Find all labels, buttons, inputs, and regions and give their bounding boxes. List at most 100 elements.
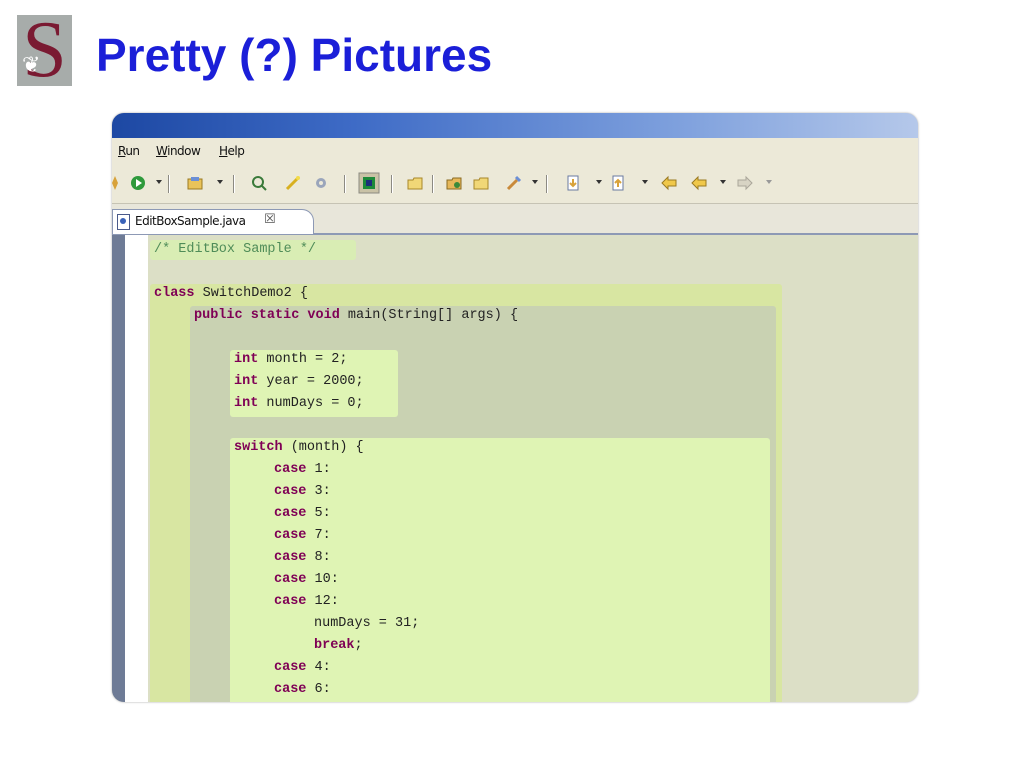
toolbar-separator [233,175,235,193]
code-line: int month = 2; [234,349,347,371]
code-text: month = 2; [258,352,348,367]
next-annotation-dropdown-arrow[interactable] [596,180,602,184]
menu-bar: Run Window Help [112,138,918,165]
menu-run[interactable]: Run [118,144,140,158]
open-type-dropdown-arrow[interactable] [217,180,223,184]
run-icon[interactable] [129,174,147,192]
back-icon[interactable] [660,174,678,192]
code-text: 7: [306,528,331,543]
menu-run-rest: un [125,144,140,158]
code-line: case 12: [274,591,339,613]
code-text: numDays = 31; [314,616,420,631]
back-history-icon[interactable] [690,174,708,192]
forward-dropdown-arrow[interactable] [766,180,772,184]
code-text: 8: [306,550,331,565]
debug-icon[interactable] [112,174,124,192]
next-annotation-icon[interactable] [564,174,582,192]
java-file-icon [117,214,130,230]
title-bar [112,113,918,138]
code-line: case 5: [274,503,331,525]
open-type-icon[interactable] [186,174,204,192]
code-text: year = 2000; [258,374,364,389]
gear-icon[interactable] [312,174,330,192]
code-line: int year = 2000; [234,371,364,393]
code-text: main(String[] args) { [339,308,519,323]
code-keyword: case [274,506,307,521]
code-line: numDays = 31; [314,613,419,635]
code-text: 4: [306,660,331,675]
code-text: 3: [306,484,331,499]
code-line: break; [314,635,363,657]
code-keyword: public static void [194,308,340,323]
menu-help-rest: elp [227,144,245,158]
forward-icon[interactable] [736,174,754,192]
toolbar [112,165,918,204]
code-keyword: case [274,462,307,477]
code-line: class SwitchDemo2 { [154,283,308,305]
folder-icon[interactable] [472,174,490,192]
run-dropdown-arrow[interactable] [156,180,162,184]
close-icon[interactable]: ☒ [264,212,276,227]
code-keyword: case [274,682,307,697]
code-text: 10: [306,572,339,587]
code-line: case 10: [274,569,339,591]
code-line: case 4: [274,657,331,679]
code-line: /* EditBox Sample */ [154,239,316,261]
code-line: case 7: [274,525,331,547]
code-keyword: case [274,660,307,675]
menu-window[interactable]: Window [156,144,201,158]
code-line: public static void main(String[] args) { [194,305,518,327]
code-keyword: case [274,528,307,543]
overview-ruler [112,235,125,702]
code-text: ; [354,638,363,653]
line-ruler [125,235,148,702]
package-icon[interactable] [445,174,463,192]
code-line: case 6: [274,679,331,701]
tab-editboxsample[interactable]: EditBoxSample.java ☒ [112,209,314,234]
code-keyword: int [234,396,259,411]
toolbar-separator [168,175,170,193]
menu-help-mnemonic: H [219,144,228,158]
toolbar-separator [432,175,434,193]
code-keyword: int [234,352,259,367]
code-line: case 1: [274,459,331,481]
slide-title: Pretty (?) Pictures [96,29,493,81]
tab-label: EditBoxSample.java [135,214,246,228]
code-keyword: case [274,594,307,609]
code-text: numDays = 0; [258,396,364,411]
code-line: int numDays = 0; [234,393,364,415]
code-editor[interactable]: /* EditBox Sample */class SwitchDemo2 {p… [112,235,918,702]
brush-dropdown-arrow[interactable] [532,180,538,184]
menu-window-rest: indow [167,144,201,158]
code-keyword: case [274,572,307,587]
brush-icon[interactable] [505,174,523,192]
toolbar-separator [546,175,548,193]
code-line: case 8: [274,547,331,569]
code-line: switch (month) { [234,437,364,459]
open-folder-icon[interactable] [406,174,424,192]
editor-tab-strip: EditBoxSample.java ☒ [112,204,918,235]
code-text: SwitchDemo2 { [194,286,308,301]
prev-annotation-icon[interactable] [609,174,627,192]
code-text: (month) { [282,440,364,455]
university-logo: S ❦ [17,15,72,86]
code-keyword: case [274,484,307,499]
menu-window-mnemonic: W [156,144,168,158]
code-keyword: switch [234,440,283,455]
prev-annotation-dropdown-arrow[interactable] [642,180,648,184]
wand-icon[interactable] [284,174,302,192]
code-text: 6: [306,682,331,697]
ide-window: Run Window Help EditBoxSample.java ☒ /* … [112,113,918,702]
perspective-icon[interactable] [358,172,380,194]
code-comment: /* EditBox Sample */ [154,242,317,257]
code-keyword: case [274,550,307,565]
code-keyword: class [154,286,195,301]
toolbar-separator [344,175,346,193]
code-keyword: int [234,374,259,389]
back-dropdown-arrow[interactable] [720,180,726,184]
code-text: 5: [306,506,331,521]
search-icon[interactable] [250,174,268,192]
code-text: 12: [306,594,339,609]
toolbar-separator [391,175,393,193]
menu-help[interactable]: Help [219,144,245,158]
